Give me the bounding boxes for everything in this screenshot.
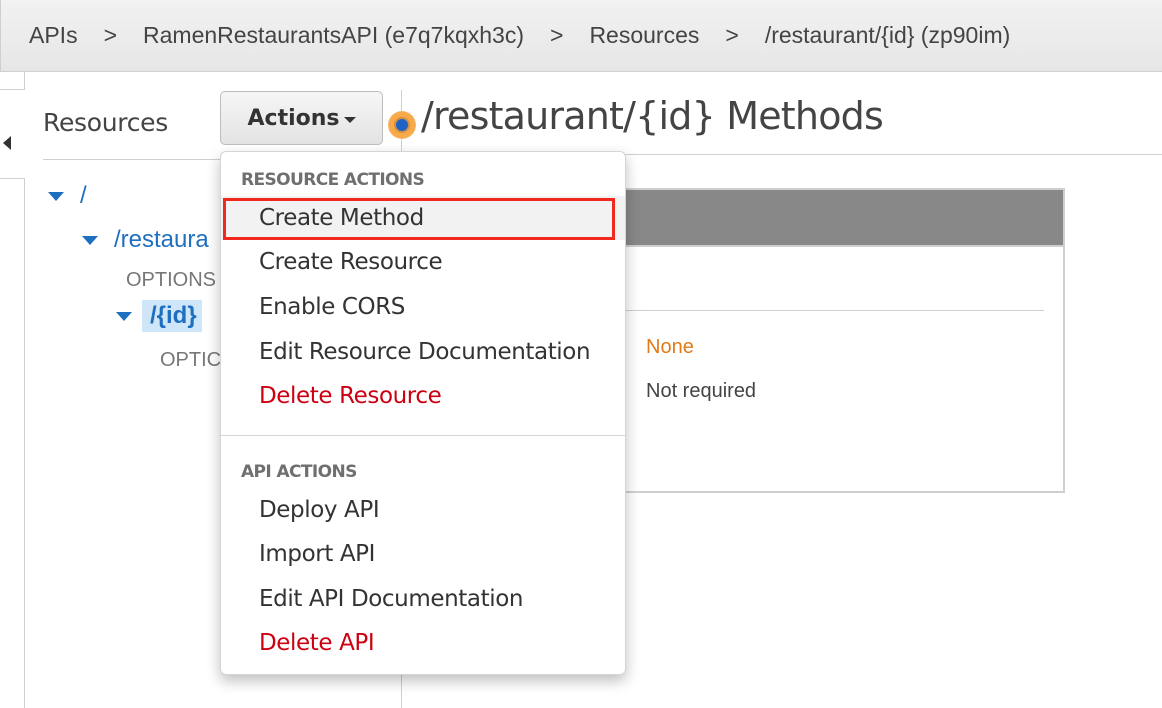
status-indicator-icon: [389, 112, 415, 138]
menu-item-delete-resource[interactable]: Delete Resource: [221, 374, 625, 418]
tree-item-id[interactable]: /{id}: [116, 300, 202, 332]
resources-panel-title: Resources: [43, 108, 168, 137]
tree-item-label[interactable]: /: [80, 182, 87, 210]
menu-separator: [221, 435, 625, 436]
chevron-down-icon[interactable]: [116, 311, 132, 321]
caret-down-icon: [343, 117, 356, 123]
nav-strip-top: [0, 72, 25, 90]
tree-item-options-method[interactable]: OPTIONS: [126, 269, 216, 292]
menu-item-edit-resource-documentation[interactable]: Edit Resource Documentation: [221, 330, 625, 374]
collapse-nav-icon[interactable]: [3, 136, 11, 150]
tree-item-label-selected[interactable]: /{id}: [142, 300, 202, 332]
menu-item-enable-cors[interactable]: Enable CORS: [221, 285, 625, 329]
chevron-down-icon[interactable]: [48, 191, 64, 201]
actions-menu: RESOURCE ACTIONS Create Method Create Re…: [220, 151, 626, 675]
tree-item-root[interactable]: /: [48, 182, 87, 210]
breadcrumb-resources[interactable]: Resources: [589, 22, 699, 49]
method-card-header: [562, 190, 1063, 247]
nav-strip: [0, 178, 25, 708]
authorization-value[interactable]: None: [646, 336, 694, 359]
breadcrumb-apis[interactable]: APIs: [29, 22, 78, 49]
tree-item-restaurant[interactable]: /restaura: [82, 226, 209, 254]
breadcrumb-separator: >: [103, 22, 118, 48]
tree-method-label[interactable]: OPTIC: [160, 349, 221, 372]
breadcrumb: APIs > RamenRestaurantsAPI (e7q7kqxh3c) …: [0, 0, 1162, 72]
tree-method-label[interactable]: OPTIONS: [126, 269, 216, 292]
menu-section-api-actions: API ACTIONS: [241, 462, 357, 482]
breadcrumb-separator: >: [725, 22, 739, 48]
menu-item-create-method[interactable]: Create Method: [221, 196, 625, 240]
menu-item-deploy-api[interactable]: Deploy API: [221, 488, 625, 532]
menu-item-delete-api[interactable]: Delete API: [221, 621, 625, 665]
menu-item-import-api[interactable]: Import API: [221, 532, 625, 576]
menu-item-edit-api-documentation[interactable]: Edit API Documentation: [221, 577, 625, 621]
actions-button-label: Actions: [247, 105, 340, 131]
breadcrumb-separator: >: [550, 22, 564, 48]
chevron-down-icon[interactable]: [82, 235, 98, 245]
tree-item-label[interactable]: /restaura: [114, 226, 209, 254]
api-key-required-value: Not required: [646, 380, 757, 402]
tree-item-options-method[interactable]: OPTIC: [160, 349, 221, 372]
method-card: : None Not required: [560, 188, 1065, 493]
menu-item-create-resource[interactable]: Create Resource: [221, 240, 625, 284]
page-title: /restaurant/{id} Methods: [421, 94, 884, 138]
divider: [562, 310, 1044, 311]
menu-section-resource-actions: RESOURCE ACTIONS: [241, 170, 425, 190]
actions-dropdown-button[interactable]: Actions: [220, 91, 383, 145]
breadcrumb-current-resource: /restaurant/{id} (zp90im): [764, 22, 1011, 48]
breadcrumb-api-name[interactable]: RamenRestaurantsAPI (e7q7kqxh3c): [143, 22, 524, 49]
